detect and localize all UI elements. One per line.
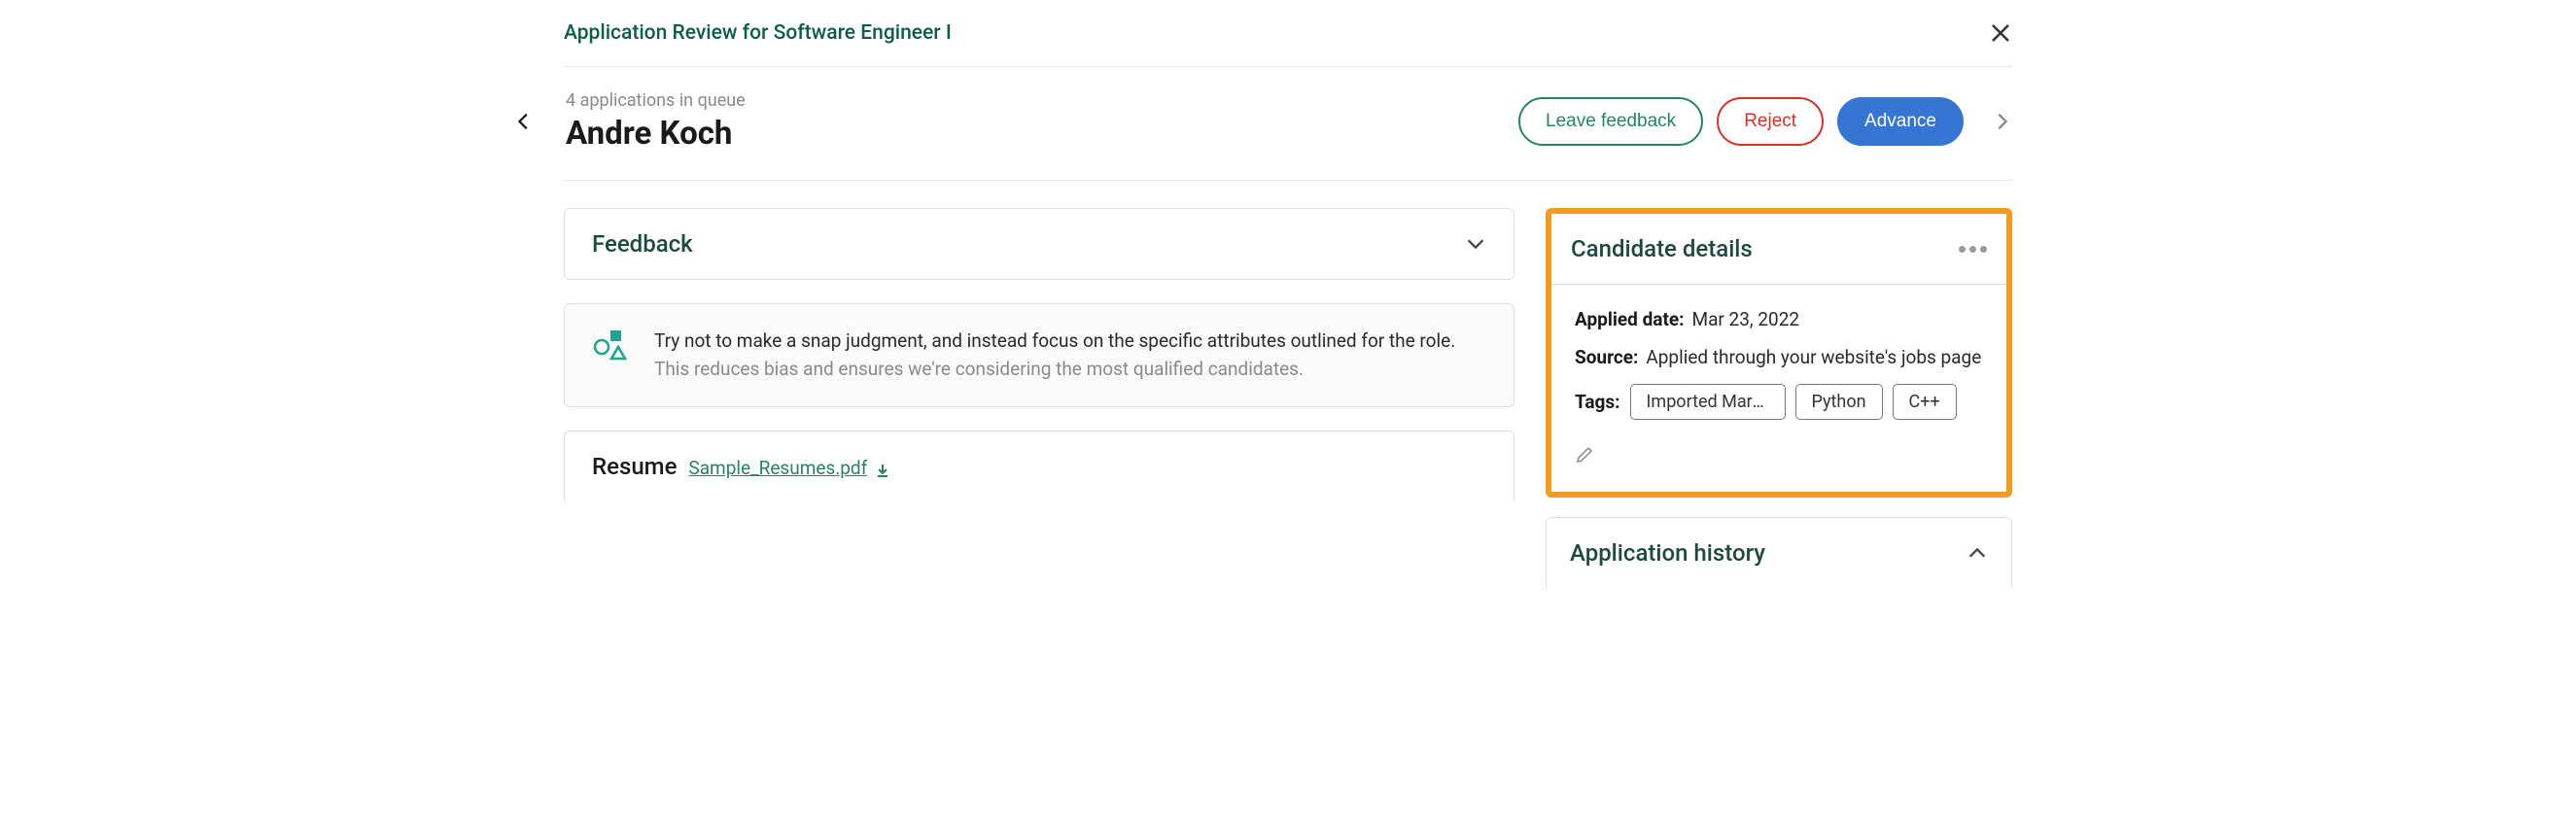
feedback-title: Feedback [592, 230, 693, 258]
bias-reminder-banner: Try not to make a snap judgment, and ins… [564, 303, 1514, 407]
source-label: Source: [1575, 346, 1638, 368]
shapes-icon [592, 328, 631, 366]
applied-date-label: Applied date: [1575, 308, 1684, 330]
leave-feedback-button[interactable]: Leave feedback [1518, 97, 1703, 146]
reject-button[interactable]: Reject [1717, 97, 1824, 146]
page-title: Application Review for Software Engineer… [564, 21, 952, 45]
edit-tags-icon[interactable] [1575, 445, 1594, 465]
tag[interactable]: C++ [1893, 384, 1957, 420]
advance-button[interactable]: Advance [1837, 97, 1964, 146]
candidate-name: Andre Koch [566, 115, 1518, 153]
applied-date-value: Mar 23, 2022 [1691, 308, 1799, 330]
banner-line-1: Try not to make a snap judgment, and ins… [654, 328, 1455, 356]
resume-section: Resume Sample_Resumes.pdf [564, 431, 1514, 501]
candidate-details-panel: Candidate details Applied date: Mar 23, … [1546, 208, 2012, 498]
close-icon[interactable] [1989, 21, 2012, 45]
resume-title: Resume [592, 453, 677, 480]
prev-candidate-arrow[interactable] [513, 111, 535, 132]
candidate-details-title: Candidate details [1571, 235, 1753, 262]
banner-line-2: This reduces bias and ensures we're cons… [654, 356, 1455, 384]
application-history-title: Application history [1570, 539, 1765, 567]
more-options-icon[interactable] [1959, 246, 1987, 253]
tag[interactable]: Imported Marc… [1630, 384, 1786, 420]
chevron-down-icon [1465, 233, 1486, 255]
chevron-up-icon [1967, 542, 1988, 564]
next-candidate-arrow[interactable] [1991, 111, 2012, 132]
feedback-section[interactable]: Feedback [564, 208, 1514, 280]
resume-file-link[interactable]: Sample_Resumes.pdf [688, 457, 867, 479]
tags-label: Tags: [1575, 391, 1620, 413]
application-history-section[interactable]: Application history [1546, 517, 2012, 588]
source-value: Applied through your website's jobs page [1646, 346, 1981, 368]
download-icon[interactable] [875, 463, 890, 478]
tag[interactable]: Python [1795, 384, 1883, 420]
queue-count: 4 applications in queue [566, 90, 1518, 111]
